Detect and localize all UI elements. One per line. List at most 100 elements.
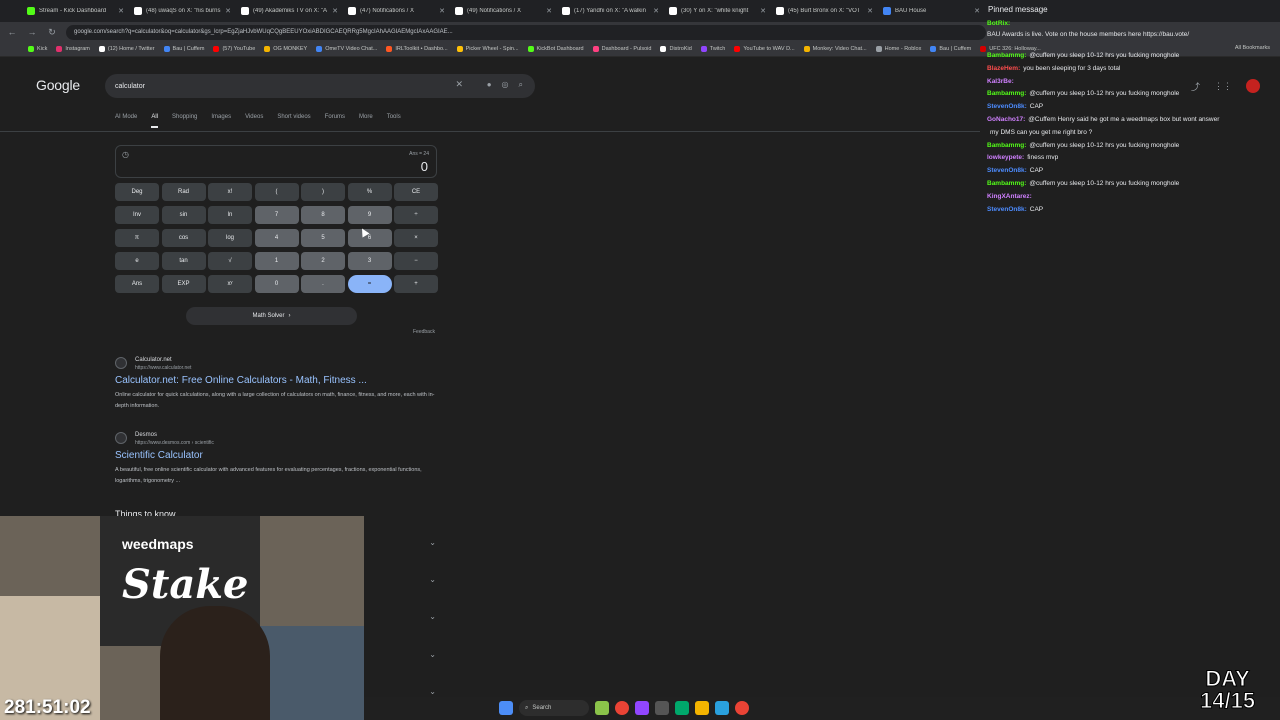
calc-key[interactable]: x! bbox=[208, 183, 252, 201]
bookmark-item[interactable]: Twitch bbox=[700, 46, 725, 52]
calc-key[interactable]: xʸ bbox=[208, 275, 252, 293]
folder-icon[interactable] bbox=[695, 701, 709, 715]
calc-key[interactable]: cos bbox=[161, 229, 206, 247]
close-tab-icon[interactable]: ✕ bbox=[332, 7, 338, 15]
calc-key[interactable]: Ans bbox=[115, 275, 159, 293]
bookmark-item[interactable]: IRLToolkit • Dashbo... bbox=[386, 46, 448, 52]
calc-key[interactable]: 8 bbox=[301, 206, 345, 224]
bookmark-item[interactable]: YouTube to WAV D... bbox=[734, 46, 795, 52]
clear-icon[interactable]: ✕ bbox=[455, 79, 463, 90]
bookmark-item[interactable]: Bau | Cuffem bbox=[163, 46, 204, 52]
calc-key[interactable]: 2 bbox=[301, 252, 345, 270]
calc-key[interactable]: √ bbox=[208, 252, 252, 270]
taskbar-search[interactable]: ⌕ Search bbox=[519, 700, 589, 716]
reload-icon[interactable]: ↻ bbox=[46, 27, 58, 38]
browser-tab[interactable]: (45) Burt Bronx on X: "VOT ✕ bbox=[771, 2, 878, 20]
bookmark-item[interactable]: Monkey: Video Chat... bbox=[803, 46, 867, 52]
bookmark-item[interactable]: KickBot Dashboard bbox=[527, 46, 584, 52]
browser-tab[interactable]: (17) Yandhi on X: "A walkin ✕ bbox=[557, 2, 664, 20]
calc-key[interactable]: . bbox=[301, 275, 345, 293]
calc-key[interactable]: 1 bbox=[254, 252, 299, 270]
bookmark-item[interactable]: OG MONKEY bbox=[264, 46, 307, 52]
obs-icon[interactable] bbox=[635, 701, 649, 715]
calc-key[interactable]: Rad bbox=[161, 183, 206, 201]
browser-tab[interactable]: (30) Y on X: "white knight ✕ bbox=[664, 2, 771, 20]
search-icon[interactable]: ⌕ bbox=[519, 80, 523, 90]
app-icon[interactable] bbox=[675, 701, 689, 715]
math-solver-button[interactable]: Math Solver › bbox=[186, 307, 357, 325]
bookmark-item[interactable]: Picker Wheel - Spin... bbox=[456, 46, 519, 52]
accordion-row[interactable]: ⌄ bbox=[365, 538, 440, 552]
accordion-row[interactable]: ⌄ bbox=[365, 575, 440, 589]
accordion-row[interactable]: ⌄ bbox=[365, 612, 440, 626]
calc-key[interactable]: e bbox=[115, 252, 159, 270]
calc-key[interactable]: tan bbox=[161, 252, 206, 270]
search-input[interactable]: calculator ✕ ● ◎ ⌕ bbox=[105, 74, 535, 98]
accordion-row[interactable]: ⌄ bbox=[365, 650, 440, 664]
bookmark-item[interactable]: Home - Roblox bbox=[875, 46, 921, 52]
calc-key[interactable]: ) bbox=[301, 183, 345, 201]
calc-key[interactable]: log bbox=[208, 229, 252, 247]
calc-key[interactable]: 4 bbox=[254, 229, 299, 247]
search-tab[interactable]: Tools bbox=[387, 114, 401, 128]
bookmark-item[interactable]: Instagram bbox=[56, 46, 90, 52]
calc-key[interactable]: − bbox=[394, 252, 438, 270]
bookmark-item[interactable]: Dashboard - Pulsoid bbox=[592, 46, 651, 52]
calc-key[interactable]: π bbox=[115, 229, 159, 247]
calc-key[interactable]: × bbox=[394, 229, 438, 247]
close-tab-icon[interactable]: ✕ bbox=[439, 7, 445, 15]
bookmark-item[interactable]: Bau | Cuffem bbox=[930, 46, 971, 52]
calc-key[interactable]: CE bbox=[394, 183, 438, 201]
calc-key[interactable]: ( bbox=[254, 183, 299, 201]
chrome-icon[interactable] bbox=[615, 701, 629, 715]
search-tab[interactable]: All bbox=[151, 114, 159, 128]
app-icon[interactable] bbox=[655, 701, 669, 715]
telegram-icon[interactable] bbox=[715, 701, 729, 715]
bookmark-item[interactable]: DistroKid bbox=[660, 46, 692, 52]
calc-key[interactable]: = bbox=[347, 275, 392, 293]
browser-tab[interactable]: BAU House ✕ bbox=[878, 2, 985, 20]
search-tab[interactable]: More bbox=[359, 114, 373, 128]
calc-key[interactable]: 6 bbox=[347, 229, 392, 247]
feedback-link[interactable]: Feedback bbox=[413, 329, 435, 335]
calc-key[interactable]: Deg bbox=[115, 183, 159, 201]
bookmark-item[interactable]: (57) YouTube bbox=[213, 46, 255, 52]
close-tab-icon[interactable]: ✕ bbox=[653, 7, 659, 15]
search-tab[interactable]: AI Mode bbox=[115, 114, 137, 128]
history-icon[interactable]: ◷ bbox=[122, 150, 129, 159]
close-tab-icon[interactable]: ✕ bbox=[867, 7, 873, 15]
browser-tab[interactable]: (48) uwaqS on X: "his burns ✕ bbox=[129, 2, 236, 20]
calc-key[interactable]: 0 bbox=[254, 275, 299, 293]
search-tab[interactable]: Images bbox=[211, 114, 231, 128]
result-title[interactable]: Scientific Calculator bbox=[115, 450, 203, 461]
search-tab[interactable]: Videos bbox=[245, 114, 263, 128]
forward-icon[interactable]: → bbox=[26, 27, 38, 37]
browser-tab[interactable]: (47) Notifications / X ✕ bbox=[343, 2, 450, 20]
calc-key[interactable]: Inv bbox=[115, 206, 159, 224]
calc-key[interactable]: 7 bbox=[254, 206, 299, 224]
close-tab-icon[interactable]: ✕ bbox=[760, 7, 766, 15]
browser-tab[interactable]: Stream - Kick Dashboard ✕ bbox=[22, 2, 129, 20]
search-tab[interactable]: Forums bbox=[325, 114, 345, 128]
chrome-icon[interactable] bbox=[735, 701, 749, 715]
calc-key[interactable]: 9 bbox=[347, 206, 392, 224]
close-tab-icon[interactable]: ✕ bbox=[225, 7, 231, 15]
calc-key[interactable]: sin bbox=[161, 206, 206, 224]
calc-key[interactable]: ln bbox=[208, 206, 252, 224]
browser-tab[interactable]: (49) Akademiks TV on X: "A ✕ bbox=[236, 2, 343, 20]
calc-key[interactable]: 5 bbox=[301, 229, 345, 247]
address-bar[interactable]: google.com/search?q=calculator&oq=calcul… bbox=[66, 24, 986, 40]
lens-icon[interactable]: ◎ bbox=[502, 80, 509, 90]
browser-tab[interactable]: (49) Notifications / X ✕ bbox=[450, 2, 557, 20]
search-tab[interactable]: Shopping bbox=[172, 114, 197, 128]
back-icon[interactable]: ← bbox=[6, 27, 18, 37]
start-icon[interactable] bbox=[499, 701, 513, 715]
close-tab-icon[interactable]: ✕ bbox=[546, 7, 552, 15]
mic-icon[interactable]: ● bbox=[487, 80, 492, 90]
bookmark-item[interactable]: OmeTV Video Chat... bbox=[316, 46, 377, 52]
result-title[interactable]: Calculator.net: Free Online Calculators … bbox=[115, 375, 367, 386]
widgets-icon[interactable] bbox=[595, 701, 609, 715]
calc-key[interactable]: + bbox=[394, 275, 438, 293]
calc-key[interactable]: 3 bbox=[347, 252, 392, 270]
bookmark-item[interactable]: Kick bbox=[28, 46, 47, 52]
